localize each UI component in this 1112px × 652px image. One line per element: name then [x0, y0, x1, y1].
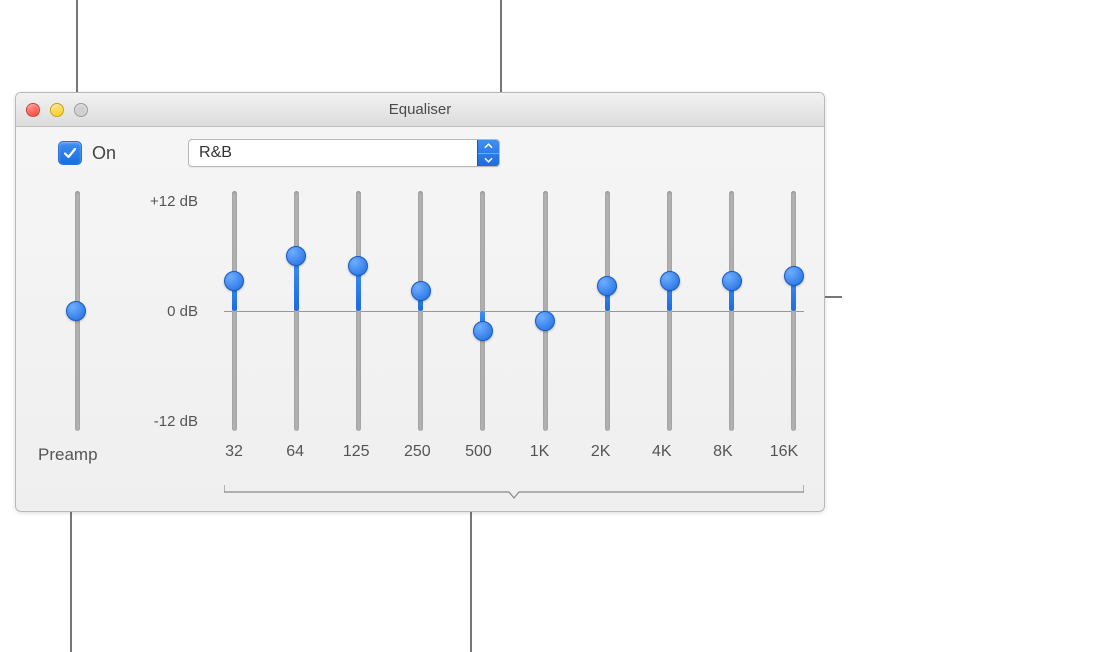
band-thumb-1K[interactable] [535, 311, 555, 331]
callout-line-bot-mid [470, 508, 472, 652]
bands-brace [224, 485, 804, 499]
close-icon[interactable] [26, 103, 40, 117]
scale-max-label: +12 dB [114, 193, 198, 210]
checkbox-box [58, 141, 82, 165]
equaliser-window: Equaliser On R&B +12 dB 0 dB -12 dB [15, 92, 825, 512]
on-checkbox[interactable]: On [58, 141, 116, 165]
band-slider-500[interactable] [473, 191, 493, 431]
eq-body: +12 dB 0 dB -12 dB Preamp 32 64 125 250 500 1… [16, 175, 824, 495]
band-label: 64 [275, 443, 315, 461]
band-slider-32[interactable] [224, 191, 244, 431]
band-thumb-64[interactable] [286, 246, 306, 266]
band-thumb-8K[interactable] [722, 271, 742, 291]
band-slider-4K[interactable] [660, 191, 680, 431]
chevron-up-icon [478, 140, 499, 154]
band-thumb-16K[interactable] [784, 266, 804, 286]
band-label: 500 [458, 443, 498, 461]
band-labels-row: 32641252505001K2K4K8K16K [224, 443, 804, 461]
band-slider-2K[interactable] [597, 191, 617, 431]
band-label: 250 [397, 443, 437, 461]
zero-db-line [224, 311, 804, 312]
maximize-icon [74, 103, 88, 117]
band-slider-64[interactable] [286, 191, 306, 431]
band-thumb-4K[interactable] [660, 271, 680, 291]
minimize-icon[interactable] [50, 103, 64, 117]
preset-selected-label: R&B [189, 144, 477, 162]
band-slider-1K[interactable] [535, 191, 555, 431]
band-thumb-250[interactable] [411, 281, 431, 301]
bands-area [224, 191, 804, 431]
chevron-down-icon [478, 154, 499, 167]
on-checkbox-label: On [92, 143, 116, 164]
band-slider-250[interactable] [411, 191, 431, 431]
band-label: 1K [520, 443, 560, 461]
preamp-label: Preamp [38, 445, 98, 465]
traffic-lights [26, 103, 88, 117]
band-thumb-2K[interactable] [597, 276, 617, 296]
band-thumb-125[interactable] [348, 256, 368, 276]
preamp-thumb[interactable] [66, 301, 86, 321]
titlebar[interactable]: Equaliser [16, 93, 824, 127]
preamp-slider[interactable] [66, 191, 88, 431]
band-label: 16K [764, 443, 804, 461]
band-label: 2K [581, 443, 621, 461]
band-thumb-500[interactable] [473, 321, 493, 341]
scale-min-label: -12 dB [114, 413, 198, 430]
window-title: Equaliser [16, 101, 824, 118]
band-label: 125 [336, 443, 376, 461]
preset-stepper [477, 140, 499, 166]
band-slider-16K[interactable] [784, 191, 804, 431]
controls-row: On R&B [16, 127, 824, 175]
band-label: 4K [642, 443, 682, 461]
band-slider-125[interactable] [348, 191, 368, 431]
band-slider-8K[interactable] [722, 191, 742, 431]
band-thumb-32[interactable] [224, 271, 244, 291]
scale-mid-label: 0 dB [114, 303, 198, 320]
band-label: 8K [703, 443, 743, 461]
band-label: 32 [214, 443, 254, 461]
preset-dropdown[interactable]: R&B [188, 139, 500, 167]
